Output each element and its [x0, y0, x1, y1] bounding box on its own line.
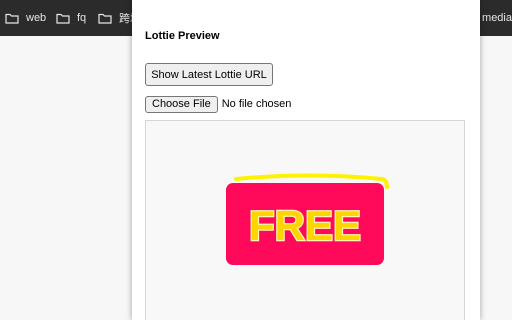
lottie-preview-popup: Lottie Preview Show Latest Lottie URL Ch… — [132, 0, 480, 320]
lottie-animation: FREE — [226, 173, 389, 265]
bookmark-media[interactable]: media — [480, 0, 512, 36]
file-status-text: No file chosen — [221, 98, 292, 110]
popup-title: Lottie Preview — [145, 30, 220, 42]
bookmark-label: media — [482, 12, 512, 24]
bookmark-web[interactable]: web — [5, 0, 46, 36]
lottie-preview-area: FREE — [145, 120, 465, 320]
folder-icon — [5, 13, 19, 24]
choose-file-button[interactable]: Choose File — [145, 95, 218, 113]
show-latest-lottie-url-button[interactable]: Show Latest Lottie URL — [145, 63, 273, 86]
file-input[interactable]: Choose File No file chosen — [145, 95, 291, 113]
bookmark-label: fq — [77, 12, 87, 24]
folder-icon — [56, 13, 70, 24]
bookmark-label: web — [26, 12, 47, 24]
bookmark-fq[interactable]: fq — [56, 0, 86, 36]
free-badge-text: FREE — [249, 202, 361, 249]
folder-icon — [98, 13, 112, 24]
